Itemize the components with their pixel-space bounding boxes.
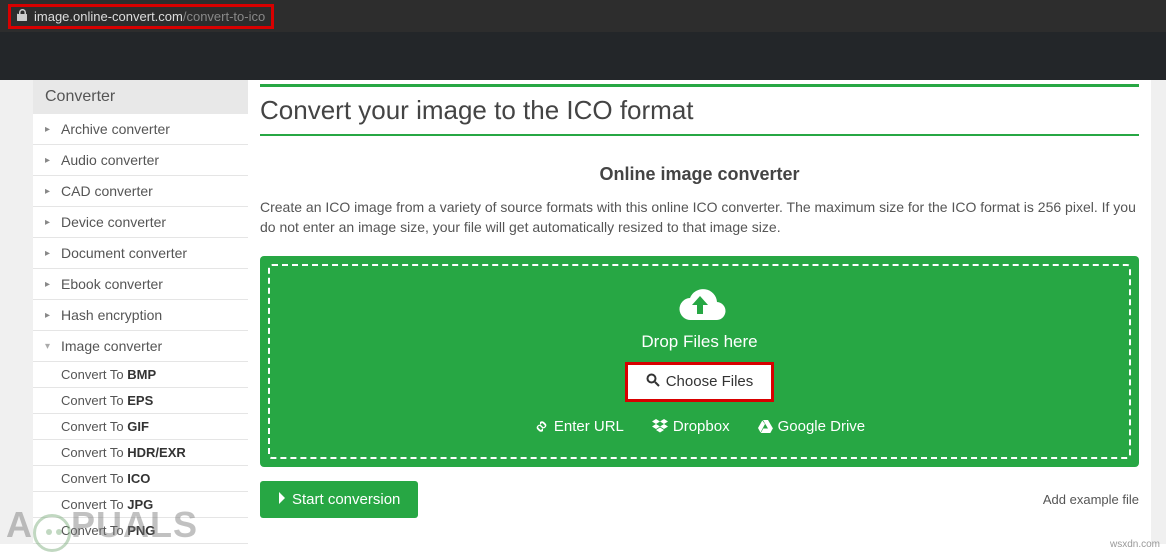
sidebar-item-label: Archive converter (61, 121, 170, 137)
start-conversion-button[interactable]: Start conversion (260, 481, 418, 518)
sidebar-sub-eps[interactable]: Convert To EPS (33, 388, 248, 414)
page-title: Convert your image to the ICO format (260, 87, 1139, 136)
sidebar-item-label: CAD converter (61, 183, 153, 199)
dropbox-label: Dropbox (673, 418, 730, 435)
sidebar-item-image[interactable]: ▾ Image converter (33, 331, 248, 362)
main-content: Convert your image to the ICO format Onl… (248, 80, 1151, 544)
sidebar-item-device[interactable]: ▸ Device converter (33, 207, 248, 238)
sidebar-item-document[interactable]: ▸ Document converter (33, 238, 248, 269)
enter-url-link[interactable]: Enter URL (534, 418, 624, 435)
attribution-text: wsxdn.com (1110, 539, 1160, 550)
caret-right-icon: ▸ (45, 279, 55, 290)
sidebar-item-label: Image converter (61, 338, 162, 354)
url-domain[interactable]: image.online-convert.com (34, 9, 183, 24)
sidebar-sub-bmp[interactable]: Convert To BMP (33, 362, 248, 388)
sidebar-item-label: Device converter (61, 214, 166, 230)
caret-right-icon: ▸ (45, 248, 55, 259)
sidebar-sub-hdr[interactable]: Convert To HDR/EXR (33, 440, 248, 466)
watermark-logo: APUALS (6, 504, 198, 552)
caret-right-icon: ▸ (45, 217, 55, 228)
choose-files-button[interactable]: Choose Files (628, 365, 772, 399)
google-drive-link[interactable]: Google Drive (758, 418, 866, 435)
sidebar-item-label: Hash encryption (61, 307, 162, 323)
caret-right-icon: ▸ (45, 155, 55, 166)
caret-down-icon: ▾ (45, 341, 55, 352)
search-icon (646, 373, 660, 391)
url-path[interactable]: /convert-to-ico (183, 9, 265, 24)
sidebar-header: Converter (33, 80, 248, 114)
sidebar-sub-ico[interactable]: Convert To ICO (33, 466, 248, 492)
alt-sources: Enter URL Dropbox Google Drive (282, 418, 1117, 435)
dropzone-inner: Drop Files here Choose Files Enter URL D… (268, 264, 1131, 459)
start-label: Start conversion (292, 491, 400, 508)
google-drive-label: Google Drive (778, 418, 866, 435)
dropzone[interactable]: Drop Files here Choose Files Enter URL D… (260, 256, 1139, 467)
site-header (0, 32, 1166, 80)
enter-url-label: Enter URL (554, 418, 624, 435)
choose-files-label: Choose Files (666, 373, 754, 390)
link-icon (534, 419, 549, 434)
sidebar-item-audio[interactable]: ▸ Audio converter (33, 145, 248, 176)
dropbox-icon (652, 419, 668, 433)
chevron-right-icon (278, 491, 286, 508)
sidebar-item-label: Audio converter (61, 152, 159, 168)
sidebar-item-archive[interactable]: ▸ Archive converter (33, 114, 248, 145)
sidebar-item-label: Ebook converter (61, 276, 163, 292)
caret-right-icon: ▸ (45, 310, 55, 321)
cloud-upload-icon (671, 284, 729, 324)
add-example-file-link[interactable]: Add example file (1043, 492, 1139, 507)
sub-heading: Online image converter (260, 164, 1139, 185)
sidebar-item-hash[interactable]: ▸ Hash encryption (33, 300, 248, 331)
drop-text: Drop Files here (282, 332, 1117, 352)
sidebar-item-cad[interactable]: ▸ CAD converter (33, 176, 248, 207)
sidebar-sub-gif[interactable]: Convert To GIF (33, 414, 248, 440)
sidebar-item-ebook[interactable]: ▸ Ebook converter (33, 269, 248, 300)
google-drive-icon (758, 420, 773, 433)
caret-right-icon: ▸ (45, 124, 55, 135)
choose-files-highlight: Choose Files (625, 362, 775, 402)
url-highlight-box: image.online-convert.com/convert-to-ico (8, 4, 274, 29)
content-area: Converter ▸ Archive converter ▸ Audio conv… (0, 80, 1166, 544)
dropbox-link[interactable]: Dropbox (652, 418, 730, 435)
caret-right-icon: ▸ (45, 186, 55, 197)
sidebar: Converter ▸ Archive converter ▸ Audio conv… (33, 80, 248, 544)
below-dropzone-row: Start conversion Add example file (260, 481, 1139, 518)
browser-address-bar: image.online-convert.com/convert-to-ico (0, 0, 1166, 32)
sidebar-item-label: Document converter (61, 245, 187, 261)
lock-icon (17, 9, 28, 24)
description-text: Create an ICO image from a variety of so… (260, 197, 1139, 238)
